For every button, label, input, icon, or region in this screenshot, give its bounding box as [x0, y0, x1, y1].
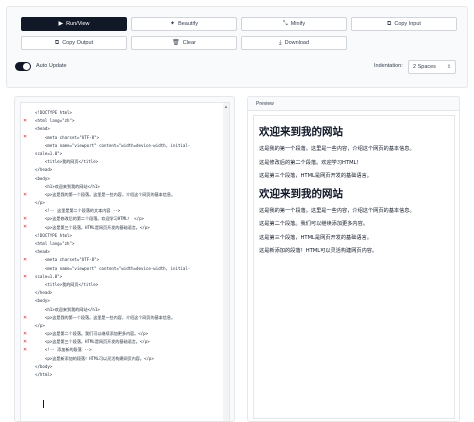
- preview-heading: 欢迎来到我的网站: [259, 126, 343, 138]
- code-line: <head>: [35, 126, 50, 132]
- code-line: <title>我的网页</title>: [35, 281, 99, 287]
- preview-paragraph: 这是我的第一个段落。这里是一些内容，介绍这个网页的基本信息。: [259, 146, 415, 152]
- minify-label: Minify: [290, 21, 306, 27]
- toggle-knob: [23, 63, 30, 70]
- code-line: <body>: [35, 298, 50, 304]
- copy-icon: ⧉: [54, 40, 60, 46]
- clear-label: Clear: [182, 40, 196, 46]
- preview-paragraph: 这是第三个段落，HTML是网页开发的基础语言。: [259, 173, 372, 179]
- code-line: <meta charset="UTF-8">: [35, 134, 100, 140]
- trash-icon: 🗑: [172, 40, 180, 46]
- code-line: <meta name="viewport" content="width=dev…: [35, 142, 191, 148]
- code-line: <html lang="zh">: [35, 118, 75, 124]
- code-line: <title>我的网页</title>: [35, 159, 99, 165]
- preview-paragraph: 这是修改后的第二个段落。欢迎学习HTML！: [259, 159, 362, 166]
- code-line: <p>这是新添加的段落！HTML可以灵活构建网页内容。</p>: [35, 355, 154, 361]
- minify-button[interactable]: ⤡ Minify: [241, 17, 347, 31]
- download-label: Download: [284, 40, 310, 46]
- code-line: <head>: [35, 249, 50, 255]
- preview-panel: Preview 欢迎来到我的网站这是我的第一个段落。这里是一些内容，介绍这个网页…: [247, 96, 460, 422]
- error-marker-icon[interactable]: ✕: [23, 118, 27, 124]
- code-line: scale=1.0">: [35, 150, 63, 156]
- code-line: </body>: [35, 363, 53, 369]
- code-line: <p>这是我的第一个段落。这里是一些内容，介绍这个网页的基本信息。: [35, 191, 176, 197]
- minimize-icon: ⤡: [282, 21, 288, 27]
- code-line: <p>这是我的第一个段落。这里是一些内容，介绍这个网页的基本信息。: [35, 314, 176, 320]
- code-line: <meta name="viewport" content="width=dev…: [35, 265, 191, 271]
- error-marker-icon[interactable]: ✕: [23, 274, 27, 280]
- download-icon: ⤓: [278, 40, 282, 46]
- auto-update-label: Auto Update: [36, 63, 67, 69]
- preview-header: Preview: [248, 97, 459, 111]
- copy-output-label: Copy Output: [62, 40, 94, 46]
- error-marker-icon[interactable]: ✕: [23, 340, 27, 345]
- scroll-up-icon[interactable]: ▲: [224, 104, 228, 109]
- code-line: <p>这是修改后的第二个段落。欢迎学习HTML！ </p>: [35, 216, 145, 222]
- error-marker-icon[interactable]: ✕: [23, 315, 27, 321]
- text-cursor: [43, 400, 44, 408]
- code-line: <!DOCTYPE html>: [35, 232, 72, 238]
- code-line: </head>: [35, 167, 53, 173]
- beautify-label: Beautify: [178, 21, 198, 27]
- error-marker-icon[interactable]: ✕: [23, 331, 27, 337]
- indentation-value: 2 Spaces: [413, 64, 436, 70]
- code-line: <h1>欢迎来到我的网站</h1>: [35, 183, 100, 189]
- editor-gutter: ✕ ✕ ✕ ✕ ✕ ✕ ✕ ✕ ✕ ✕ ✕: [21, 103, 33, 421]
- code-line: scale=1.0">: [35, 273, 63, 279]
- preview-heading: 欢迎来到我的网站: [259, 187, 343, 200]
- run-view-button[interactable]: ▶ Run/View: [21, 17, 127, 31]
- code-line: <html lang="zh">: [35, 241, 75, 246]
- play-icon: ▶: [58, 21, 64, 27]
- error-marker-icon[interactable]: ✕: [23, 135, 27, 140]
- error-marker-icon[interactable]: ✕: [23, 192, 27, 198]
- beautify-button[interactable]: ✦ Beautify: [131, 17, 237, 31]
- code-line: <!-- 这里是第二个段落的文本内容 -->: [35, 208, 121, 214]
- code-line: </p>: [35, 200, 45, 206]
- error-marker-icon[interactable]: ✕: [23, 225, 27, 230]
- error-marker-icon[interactable]: ✕: [23, 258, 27, 263]
- auto-update-toggle[interactable]: [15, 62, 31, 71]
- sparkle-icon: ✦: [170, 21, 176, 27]
- copy-icon: ⧉: [387, 21, 392, 27]
- indentation-select[interactable]: 2 Spaces ⇕: [408, 60, 456, 74]
- indentation-label: Indentation:: [374, 63, 403, 69]
- code-line: <body>: [35, 175, 50, 181]
- code-line: <!DOCTYPE html>: [35, 110, 72, 115]
- code-line: <p>这是第二个段落。我们可以继续添加更多内容。</p>: [35, 331, 149, 337]
- code-line: <p>这是第三个段落，HTML是网页开发的基础语言。</p>: [35, 339, 150, 345]
- preview-paragraph: 这是第三个段落，HTML是网页开发的基础语言。: [259, 234, 372, 241]
- preview-frame: 欢迎来到我的网站 这是我的第一个段落。这里是一些内容，介绍这个网页的基本信息。 这是…: [253, 115, 455, 419]
- preview-paragraph: 这是新添加的段落！HTML可以灵活构建网页内容。: [259, 248, 378, 254]
- editor-scrollbar[interactable]: ▲: [223, 103, 229, 421]
- code-line: <meta charset="UTF-8">: [35, 257, 100, 263]
- copy-input-button[interactable]: ⧉ Copy Input: [351, 17, 457, 31]
- code-line: <!-- 添加新的段落 -->: [35, 347, 92, 353]
- code-line: </head>: [35, 290, 53, 296]
- preview-paragraph: 这是第二个段落。我们可以继续添加更多内容。: [259, 221, 368, 227]
- run-view-label: Run/View: [66, 21, 90, 27]
- clear-button[interactable]: 🗑 Clear: [131, 36, 237, 50]
- copy-input-label: Copy Input: [394, 21, 421, 27]
- editor-panel: ✕ ✕ ✕ ✕ ✕ ✕ ✕ ✕ ✕ ✕ ✕ <!DOCTYPE html> <html lang="z…: [14, 96, 235, 422]
- code-line: </html>: [35, 372, 53, 377]
- copy-output-button[interactable]: ⧉ Copy Output: [21, 36, 127, 50]
- preview-paragraph: 这是我的第一个段落。这里是一些内容，介绍这个网页的基本信息。: [259, 207, 415, 214]
- code-editor[interactable]: ✕ ✕ ✕ ✕ ✕ ✕ ✕ ✕ ✕ ✕ ✕ <!DOCTYPE html> <html lang="z…: [20, 102, 230, 421]
- code-line: </p>: [35, 322, 45, 328]
- error-marker-icon[interactable]: ✕: [23, 217, 27, 222]
- code-content[interactable]: <!DOCTYPE html> <html lang="zh"> <head> <m…: [35, 109, 221, 387]
- download-button[interactable]: ⤓ Download: [241, 36, 347, 50]
- error-marker-icon[interactable]: ✕: [23, 348, 27, 353]
- chevron-updown-icon: ⇕: [446, 64, 451, 70]
- code-line: <p>这是第三个段落，HTML是网页开发的基础语言。</p>: [35, 224, 150, 230]
- code-line: <h1>欢迎来到我的网站</h1>: [35, 306, 100, 312]
- toolbar: ▶ Run/View ✦ Beautify ⤡ Minify ⧉ Copy In…: [6, 6, 468, 88]
